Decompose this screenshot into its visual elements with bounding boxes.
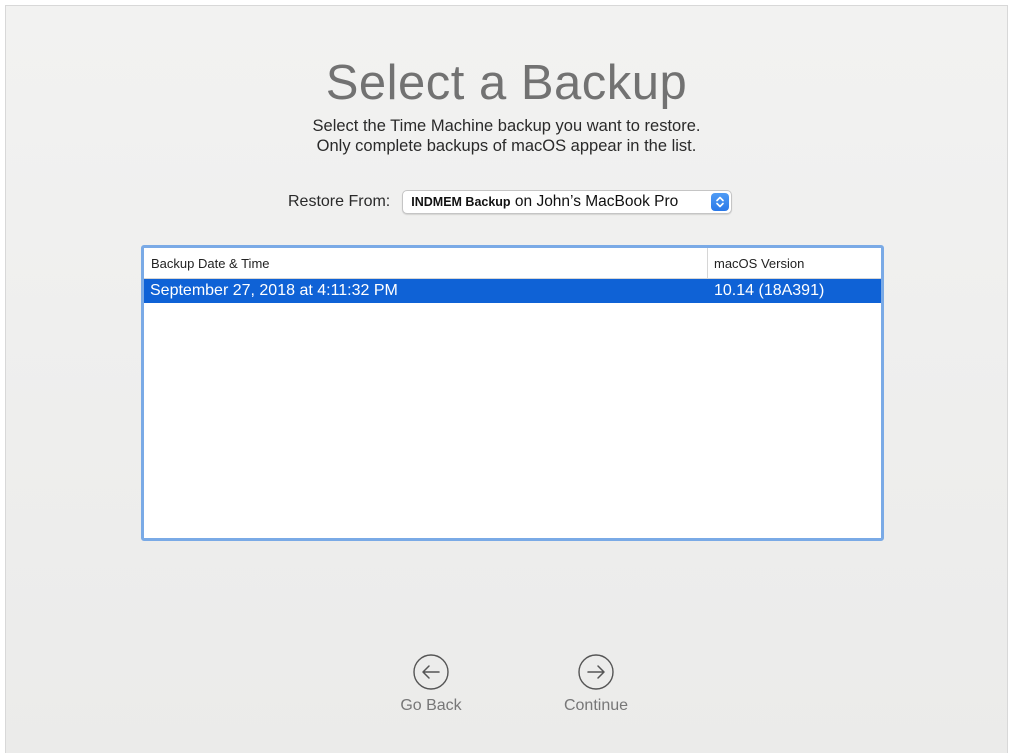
backup-name: INDMEM Backup bbox=[411, 195, 511, 209]
arrow-right-circle-icon bbox=[578, 654, 614, 690]
continue-button[interactable]: Continue bbox=[536, 653, 656, 715]
go-back-label: Go Back bbox=[400, 697, 462, 714]
table-header: Backup Date & Time macOS Version bbox=[144, 248, 881, 279]
arrow-left-circle-icon bbox=[413, 654, 449, 690]
backup-location: on John’s MacBook Pro bbox=[514, 193, 679, 210]
go-back-button[interactable]: Go Back bbox=[371, 653, 491, 715]
page-title: Select a Backup bbox=[325, 56, 688, 110]
cell-macos-version: 10.14 (18A391) bbox=[714, 282, 825, 299]
subtitle-line-1: Select the Time Machine backup you want … bbox=[312, 117, 701, 135]
continue-label: Continue bbox=[563, 697, 629, 714]
column-header-date[interactable]: Backup Date & Time bbox=[144, 248, 708, 278]
restore-from-row: Restore From: INDMEM Backup on John’s Ma… bbox=[288, 189, 733, 215]
subtitle-line-2: Only complete backups of macOS appear in… bbox=[316, 137, 697, 155]
table-row[interactable]: September 27, 2018 at 4:11:32 PM 10.14 (… bbox=[144, 279, 881, 303]
up-down-chevron-icon[interactable] bbox=[711, 193, 730, 211]
backup-list-table[interactable]: Backup Date & Time macOS Version Septemb… bbox=[141, 245, 884, 541]
column-header-version[interactable]: macOS Version bbox=[708, 248, 804, 278]
restore-from-popup[interactable]: INDMEM Backup on John’s MacBook Pro bbox=[402, 190, 733, 214]
backup-selection-window: Select a Backup Select the Time Machine … bbox=[5, 5, 1008, 753]
restore-from-label: Restore From: bbox=[288, 193, 391, 210]
cell-backup-date: September 27, 2018 at 4:11:32 PM bbox=[150, 282, 398, 299]
popup-selected-value: INDMEM Backup on John’s MacBook Pro bbox=[411, 193, 678, 211]
